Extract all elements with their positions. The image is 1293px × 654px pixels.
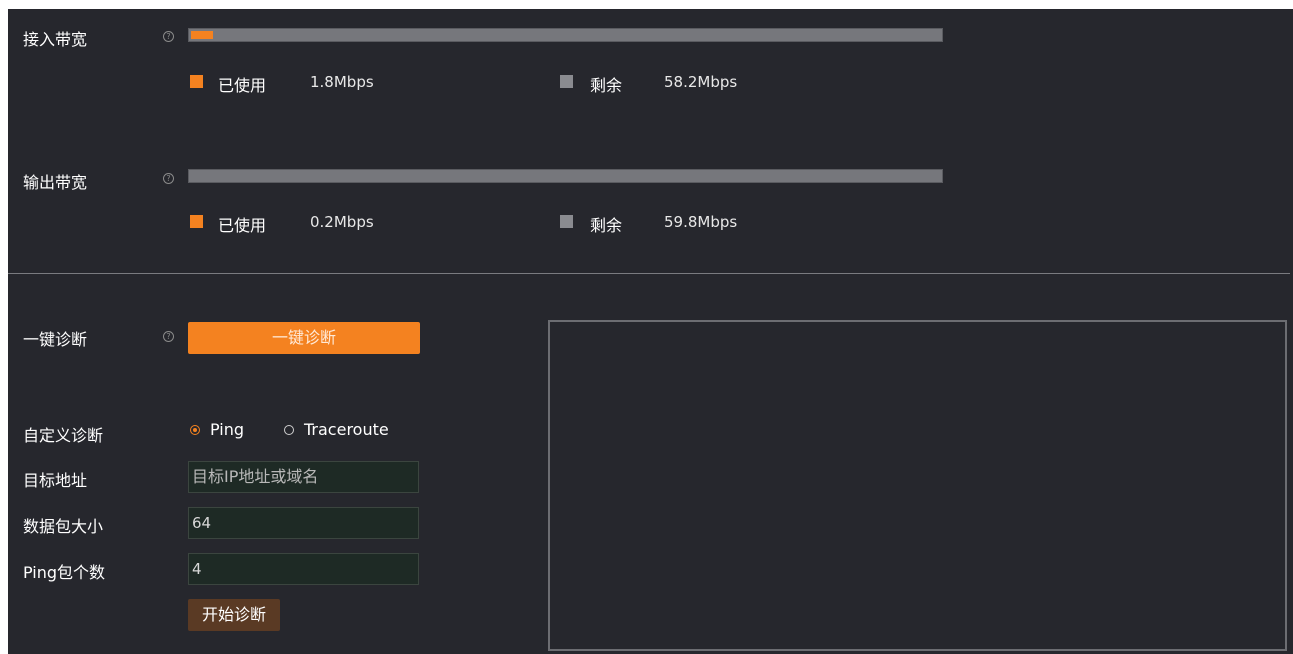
diagnosis-result-box bbox=[548, 320, 1287, 651]
ping-count-input[interactable]: 4 bbox=[188, 553, 419, 585]
bandwidth-out-label: 输出带宽 bbox=[23, 173, 88, 192]
used-label: 已使用 bbox=[218, 76, 267, 95]
section-divider bbox=[8, 273, 1290, 274]
radio-ping[interactable] bbox=[190, 425, 200, 435]
remain-legend-icon bbox=[560, 215, 573, 228]
used-label: 已使用 bbox=[218, 216, 267, 235]
used-legend-icon bbox=[190, 75, 203, 88]
radio-traceroute[interactable] bbox=[284, 425, 294, 435]
target-address-label: 目标地址 bbox=[23, 471, 88, 490]
help-icon[interactable]: ? bbox=[163, 173, 174, 184]
one-click-diagnose-button[interactable]: 一键诊断 bbox=[188, 322, 420, 354]
remain-label: 剩余 bbox=[590, 216, 623, 235]
radio-ping-label[interactable]: Ping bbox=[210, 420, 244, 439]
bandwidth-out-remain-value: 59.8Mbps bbox=[664, 213, 738, 231]
packet-size-input[interactable]: 64 bbox=[188, 507, 419, 539]
bandwidth-in-bar bbox=[188, 28, 943, 42]
help-icon[interactable]: ? bbox=[163, 331, 174, 342]
custom-diagnose-label: 自定义诊断 bbox=[23, 426, 104, 445]
remain-legend-icon bbox=[560, 75, 573, 88]
help-icon[interactable]: ? bbox=[163, 31, 174, 42]
bandwidth-in-used-value: 1.8Mbps bbox=[310, 73, 374, 91]
one-click-label: 一键诊断 bbox=[23, 330, 88, 349]
packet-size-label: 数据包大小 bbox=[23, 517, 104, 536]
radio-traceroute-label[interactable]: Traceroute bbox=[304, 420, 389, 439]
remain-label: 剩余 bbox=[590, 76, 623, 95]
used-legend-icon bbox=[190, 215, 203, 228]
diagnostics-panel: 接入带宽 ? 已使用 1.8Mbps 剩余 58.2Mbps 输出带宽 ? 已使… bbox=[8, 9, 1293, 654]
ping-count-label: Ping包个数 bbox=[23, 563, 106, 582]
bandwidth-in-remain-value: 58.2Mbps bbox=[664, 73, 738, 91]
target-address-input[interactable]: 目标IP地址或域名 bbox=[188, 461, 419, 493]
bandwidth-in-used-fill bbox=[191, 31, 213, 39]
bandwidth-in-label: 接入带宽 bbox=[23, 30, 88, 49]
bandwidth-out-bar bbox=[188, 169, 943, 183]
start-diagnose-button[interactable]: 开始诊断 bbox=[188, 599, 280, 631]
bandwidth-out-used-value: 0.2Mbps bbox=[310, 213, 374, 231]
